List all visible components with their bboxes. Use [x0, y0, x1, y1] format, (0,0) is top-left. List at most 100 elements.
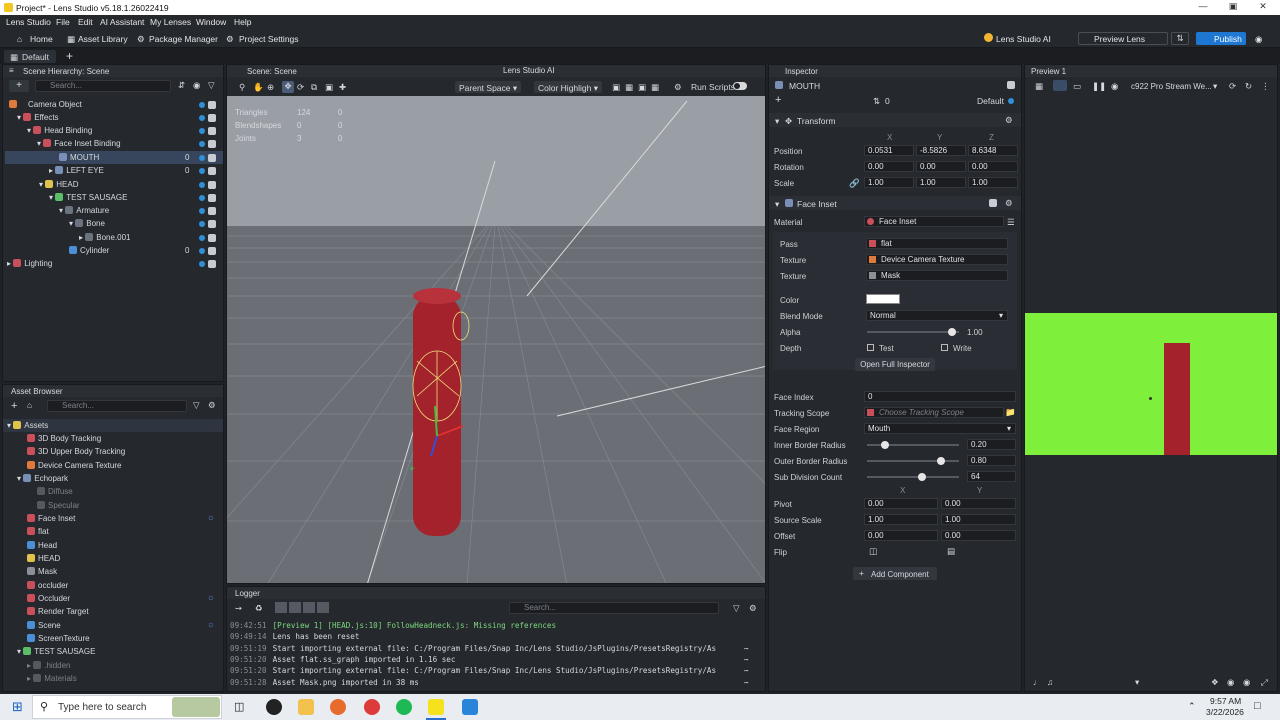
log-more-icon[interactable]: ⋯: [744, 644, 749, 653]
asset-item[interactable]: HEAD: [27, 552, 60, 565]
enable-dot[interactable]: [199, 195, 205, 201]
snap-icon[interactable]: ▣: [612, 82, 620, 93]
obs-icon[interactable]: [266, 699, 282, 715]
tree-item-test-sausage[interactable]: ▾ TEST SAUSAGE: [49, 191, 127, 204]
inner-radius-slider[interactable]: [867, 441, 959, 449]
logger-filter-icon[interactable]: ▽: [733, 603, 740, 614]
capture-icon[interactable]: ◉: [1243, 677, 1250, 688]
color-highlight-dropdown[interactable]: Color Highligh ▾: [534, 81, 602, 93]
outer-radius-field[interactable]: 0.80: [967, 455, 1016, 466]
lens-studio-taskbar-icon[interactable]: [428, 699, 444, 715]
home-icon[interactable]: ⌂: [17, 34, 22, 44]
volume-icon[interactable]: ♫: [1047, 677, 1053, 687]
folder-icon[interactable]: 📁: [1005, 407, 1016, 418]
rotation-x-field[interactable]: 0.00: [864, 161, 914, 172]
vscode-icon[interactable]: [462, 699, 478, 715]
texture2-field[interactable]: Mask: [866, 270, 1008, 281]
share-icon[interactable]: ❖: [1211, 677, 1219, 688]
alpha-slider[interactable]: [867, 328, 959, 336]
enable-checkbox[interactable]: [208, 194, 216, 202]
enable-dot[interactable]: [199, 141, 205, 147]
enable-checkbox[interactable]: [208, 140, 216, 148]
eye-icon[interactable]: ◉: [1111, 81, 1118, 92]
view-icon[interactable]: ▣: [638, 82, 646, 93]
enable-dot[interactable]: [199, 235, 205, 241]
chevron-down-icon[interactable]: ▾: [1135, 677, 1139, 688]
asset-item[interactable]: ▾ Assets: [7, 419, 48, 432]
pass-field[interactable]: flat: [866, 238, 1008, 249]
tracking-scope-field[interactable]: Choose Tracking Scope: [864, 407, 1004, 418]
add-asset-icon[interactable]: +: [11, 400, 17, 412]
enable-checkbox[interactable]: [208, 234, 216, 242]
scale-tool-icon[interactable]: ⧉: [311, 82, 317, 93]
enable-dot[interactable]: [199, 261, 205, 267]
scale-x-field[interactable]: 1.00: [864, 177, 914, 188]
face-region-dropdown[interactable]: Mouth ▾: [864, 423, 1016, 434]
object-enabled-checkbox[interactable]: [1007, 81, 1015, 89]
texture1-field[interactable]: Device Camera Texture: [866, 254, 1008, 265]
tree-item-head[interactable]: ▾ HEAD: [39, 178, 78, 191]
log-more-icon[interactable]: ⋯: [744, 666, 749, 675]
notification-icon[interactable]: □: [1254, 700, 1261, 712]
parent-space-dropdown[interactable]: Parent Space ▾: [455, 81, 521, 93]
enable-dot[interactable]: [199, 221, 205, 227]
asset-item[interactable]: Specular: [37, 499, 80, 512]
scale-link-icon[interactable]: 🔗: [849, 178, 860, 189]
rect-tool-icon[interactable]: ▣: [325, 82, 333, 93]
alpha-value[interactable]: 1.00: [967, 328, 983, 337]
collapse-arrow-icon[interactable]: ▾: [775, 199, 779, 210]
zoom-in-icon[interactable]: ⊕: [267, 82, 274, 93]
enable-checkbox[interactable]: [208, 207, 216, 215]
offset-y-field[interactable]: 0.00: [941, 530, 1016, 541]
pause-icon[interactable]: ❚❚: [1092, 81, 1106, 92]
enable-dot[interactable]: [199, 128, 205, 134]
tree-item-left-eye[interactable]: ▸ LEFT EYE: [49, 164, 104, 177]
material-options-icon[interactable]: ☰: [1007, 217, 1015, 228]
open-full-inspector-button[interactable]: Open Full Inspector: [855, 358, 935, 371]
tree-item-face-inset-binding[interactable]: ▾ Face Inset Binding: [37, 137, 121, 150]
snap-camera-icon[interactable]: ◉: [1227, 677, 1234, 688]
package-manager-button[interactable]: Package Manager: [149, 34, 218, 44]
device-selector[interactable]: c922 Pro Stream We...: [1131, 82, 1212, 91]
tree-item-camera[interactable]: Camera Object: [9, 98, 82, 111]
enable-dot[interactable]: [199, 155, 205, 161]
hand-icon[interactable]: ✋: [253, 82, 264, 93]
tree-item-cylinder[interactable]: Cylinder: [69, 244, 109, 257]
depth-write-checkbox[interactable]: [941, 344, 948, 351]
asset-item[interactable]: ▸ .hidden: [27, 659, 71, 672]
rotation-y-field[interactable]: 0.00: [916, 161, 966, 172]
folder-up-icon[interactable]: ⌂: [27, 400, 32, 410]
asset-item[interactable]: Render Target: [27, 605, 89, 618]
flip-vertical-icon[interactable]: ▤: [947, 546, 955, 557]
asset-filter-icon[interactable]: ▽: [193, 400, 200, 411]
asset-item[interactable]: ScreenTexture: [27, 632, 90, 645]
flip-horizontal-icon[interactable]: ◫: [869, 546, 877, 557]
component-enabled-checkbox[interactable]: [989, 199, 997, 207]
preview-viewport[interactable]: [1025, 313, 1277, 455]
run-scripts-toggle[interactable]: [733, 82, 747, 90]
chrome-icon[interactable]: [364, 699, 380, 715]
add-icon[interactable]: +: [775, 94, 781, 106]
add-object-button[interactable]: +: [9, 80, 29, 92]
home-button[interactable]: Home: [30, 34, 53, 44]
log-filter-all-icon[interactable]: [275, 602, 287, 613]
layers-icon[interactable]: ▦: [651, 82, 659, 93]
preview-options-icon[interactable]: ⇅: [1171, 32, 1189, 45]
asset-item[interactable]: Scene: [27, 619, 61, 632]
asset-item[interactable]: 3D Body Tracking: [27, 432, 101, 445]
taskbar-date[interactable]: 3/22/2026: [1206, 707, 1244, 717]
enable-checkbox[interactable]: [208, 260, 216, 268]
monitor-icon[interactable]: ▭: [1073, 81, 1081, 92]
grid-icon[interactable]: ▦: [625, 82, 633, 93]
lens-studio-ai-tab[interactable]: Lens Studio AI: [503, 66, 555, 75]
enable-checkbox[interactable]: [208, 220, 216, 228]
asset-item[interactable]: Mask: [27, 565, 57, 578]
maximize-icon[interactable]: ▣: [1222, 1, 1244, 14]
layer-value[interactable]: 0: [885, 96, 890, 106]
enable-dot[interactable]: [199, 248, 205, 254]
clear-log-icon[interactable]: ♻: [255, 603, 263, 614]
depth-test-checkbox[interactable]: [867, 344, 874, 351]
tree-item-lighting[interactable]: ▸ Lighting: [7, 257, 52, 270]
asset-item[interactable]: Diffuse: [37, 485, 73, 498]
asset-item[interactable]: flat: [27, 525, 49, 538]
